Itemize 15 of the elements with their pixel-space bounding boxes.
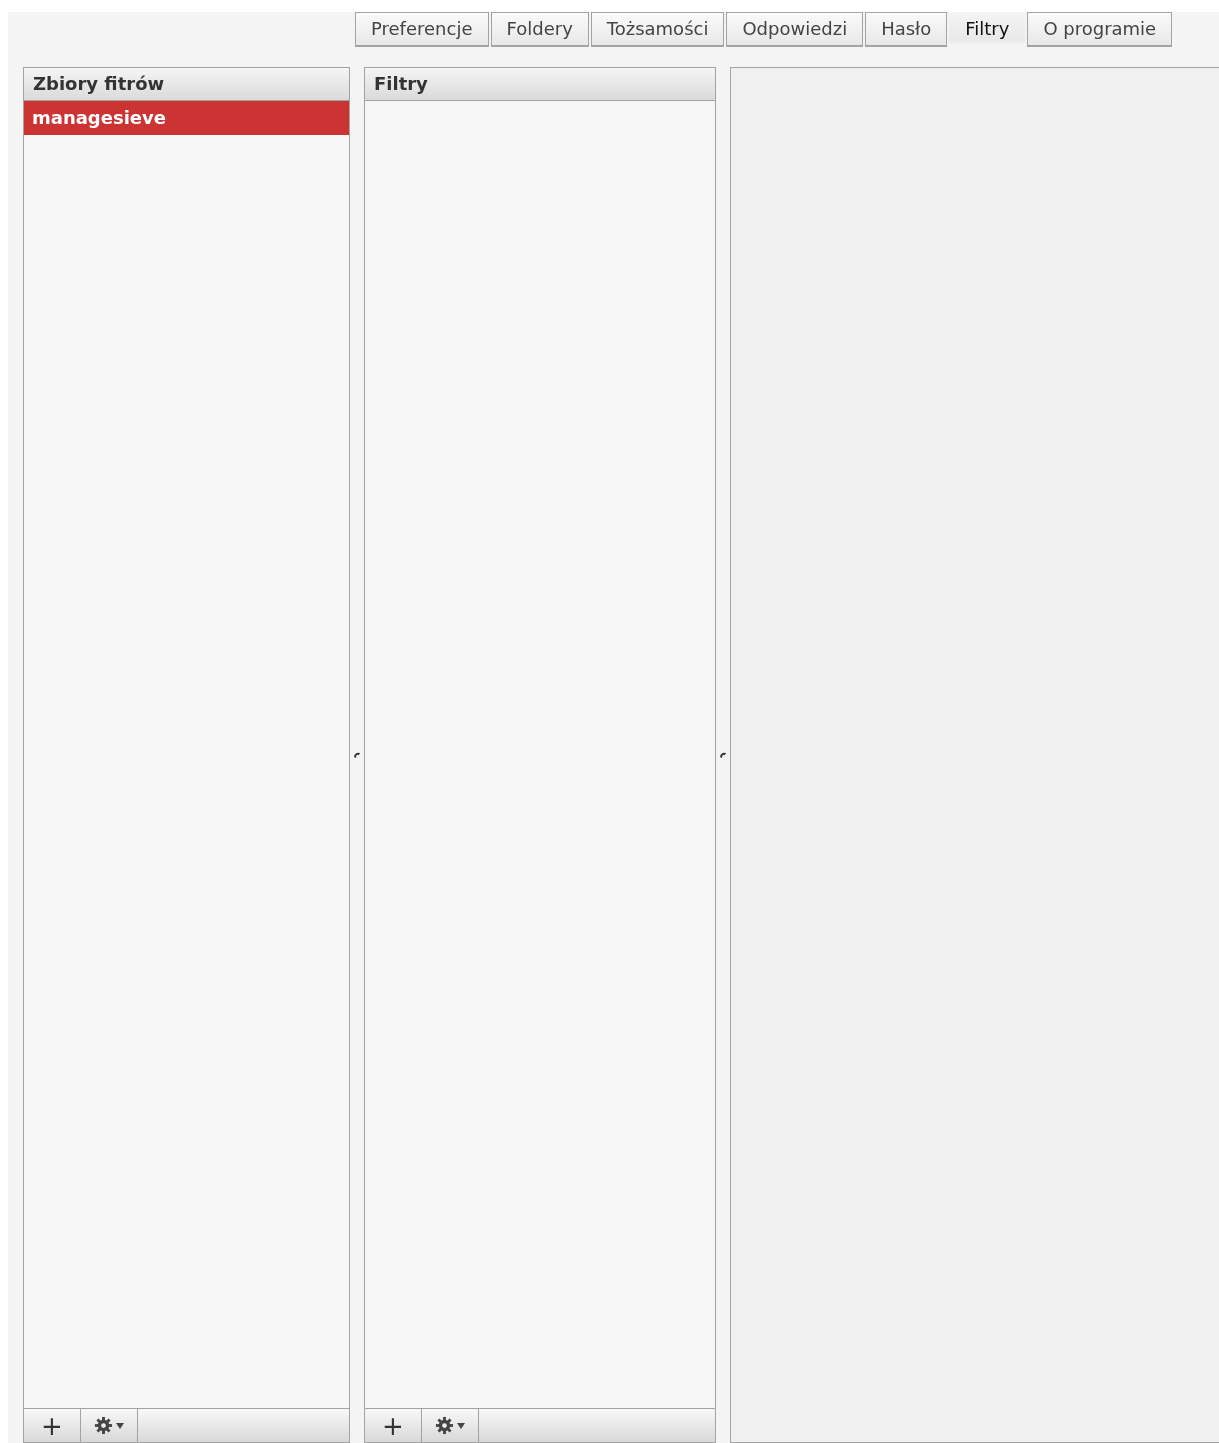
tab[interactable]: Odpowiedzi [726,12,864,47]
splitter-handle-icon[interactable] [719,751,727,759]
panel-header: Zbiory fitrów [24,68,349,101]
add-button[interactable]: + [365,1409,422,1442]
tab[interactable]: Tożsamości [590,12,725,47]
tab[interactable]: Preferencje [355,12,489,47]
tab[interactable]: O programie [1027,12,1173,47]
splitter-handle-icon[interactable] [353,751,361,759]
tab[interactable]: Foldery [490,12,589,47]
add-button[interactable]: + [24,1409,81,1442]
caret-icon [457,1422,465,1429]
panel-header: Filtry [365,68,715,101]
list-item[interactable]: managesieve [24,101,349,135]
caret-icon [116,1422,124,1429]
tab[interactable]: Hasło [865,12,948,47]
